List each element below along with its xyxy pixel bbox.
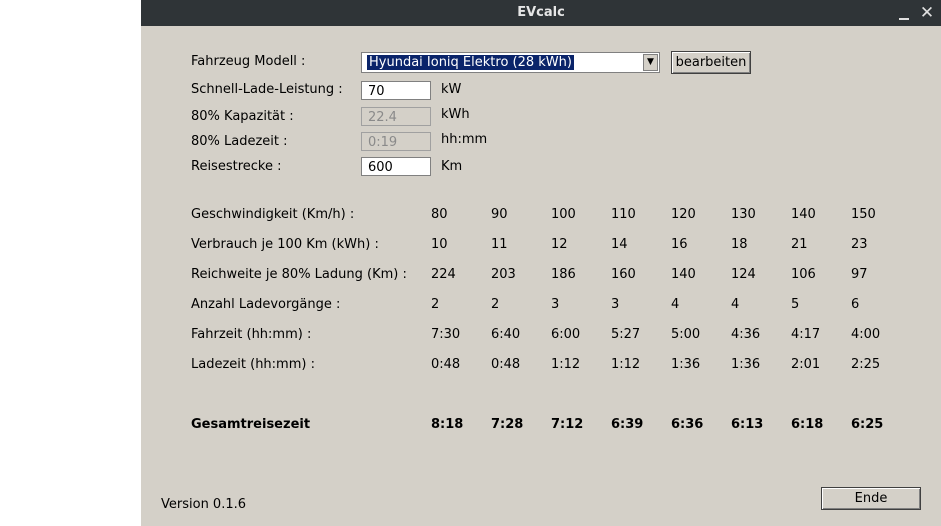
minimize-button[interactable] (894, 2, 914, 24)
table-cell: 106 (791, 267, 816, 282)
table-row-label: Anzahl Ladevorgänge : (191, 297, 341, 312)
close-icon: ✕ (919, 3, 935, 23)
chevron-down-icon[interactable]: ▼ (643, 54, 658, 71)
capacity-label: 80% Kapazität : (191, 109, 294, 124)
total-cell: 8:18 (431, 417, 464, 432)
table-cell: 90 (491, 207, 508, 222)
table-cell: 3 (611, 297, 620, 312)
minimize-icon (899, 18, 909, 20)
table-cell: 150 (851, 207, 876, 222)
table-cell: 2:25 (851, 357, 881, 372)
table-cell: 6 (851, 297, 860, 312)
total-cell: 6:25 (851, 417, 884, 432)
table-cell: 6:00 (551, 327, 581, 342)
table-cell: 11 (491, 237, 508, 252)
table-cell: 7:30 (431, 327, 461, 342)
table-cell: 21 (791, 237, 808, 252)
capacity-unit: kWh (441, 107, 470, 122)
charge-power-unit: kW (441, 82, 462, 97)
table-cell: 1:36 (731, 357, 761, 372)
table-cell: 2 (491, 297, 500, 312)
table-cell: 1:12 (611, 357, 641, 372)
table-cell: 120 (671, 207, 696, 222)
table-row-label: Fahrzeit (hh:mm) : (191, 327, 312, 342)
distance-label: Reisestrecke : (191, 159, 282, 174)
table-cell: 14 (611, 237, 628, 252)
title-bar[interactable]: EVcalc ✕ (141, 0, 941, 26)
table-cell: 80 (431, 207, 448, 222)
total-label: Gesamtreisezeit (191, 417, 311, 432)
table-cell: 5:00 (671, 327, 701, 342)
total-cell: 7:12 (551, 417, 584, 432)
total-cell: 6:36 (671, 417, 704, 432)
model-select[interactable]: Hyundai Ioniq Elektro (28 kWh) ▼ (361, 52, 660, 73)
table-cell: 23 (851, 237, 868, 252)
version-label: Version 0.1.6 (161, 497, 247, 512)
distance-unit: Km (441, 159, 463, 174)
table-cell: 2 (431, 297, 440, 312)
table-cell: 5:27 (611, 327, 641, 342)
table-cell: 203 (491, 267, 516, 282)
table-cell: 1:36 (671, 357, 701, 372)
table-row-label: Geschwindigkeit (Km/h) : (191, 207, 355, 222)
app-window: EVcalc ✕ Fahrzeug Modell : Hyundai Ioniq… (141, 0, 941, 526)
table-cell: 5 (791, 297, 800, 312)
distance-input[interactable]: 600 (361, 157, 431, 176)
window-title: EVcalc (517, 5, 565, 20)
table-row-label: Verbrauch je 100 Km (kWh) : (191, 237, 379, 252)
table-cell: 18 (731, 237, 748, 252)
table-cell: 224 (431, 267, 456, 282)
table-cell: 160 (611, 267, 636, 282)
total-cell: 6:39 (611, 417, 644, 432)
close-button[interactable]: ✕ (916, 2, 938, 24)
table-cell: 97 (851, 267, 868, 282)
table-cell: 4:17 (791, 327, 821, 342)
charge-time-unit: hh:mm (441, 132, 488, 147)
table-cell: 140 (791, 207, 816, 222)
table-cell: 110 (611, 207, 636, 222)
table-cell: 140 (671, 267, 696, 282)
table-cell: 6:40 (491, 327, 521, 342)
total-cell: 7:28 (491, 417, 524, 432)
table-cell: 4 (731, 297, 740, 312)
total-cell: 6:18 (791, 417, 824, 432)
end-button[interactable]: Ende (821, 487, 921, 510)
table-cell: 16 (671, 237, 688, 252)
table-row-label: Ladezeit (hh:mm) : (191, 357, 315, 372)
table-cell: 10 (431, 237, 448, 252)
edit-button[interactable]: bearbeiten (671, 51, 751, 74)
charge-time-label: 80% Ladezeit : (191, 134, 288, 149)
table-cell: 4:00 (851, 327, 881, 342)
table-cell: 4:36 (731, 327, 761, 342)
table-cell: 1:12 (551, 357, 581, 372)
table-row-label: Reichweite je 80% Ladung (Km) : (191, 267, 407, 282)
table-cell: 124 (731, 267, 756, 282)
table-cell: 2:01 (791, 357, 821, 372)
table-cell: 100 (551, 207, 576, 222)
table-cell: 0:48 (431, 357, 461, 372)
capacity-field: 22.4 (361, 107, 431, 126)
charge-power-label: Schnell-Lade-Leistung : (191, 82, 343, 97)
charge-power-input[interactable]: 70 (361, 81, 431, 100)
table-cell: 3 (551, 297, 560, 312)
table-cell: 4 (671, 297, 680, 312)
model-label: Fahrzeug Modell : (191, 54, 306, 69)
table-cell: 0:48 (491, 357, 521, 372)
table-cell: 186 (551, 267, 576, 282)
total-cell: 6:13 (731, 417, 764, 432)
table-cell: 12 (551, 237, 568, 252)
model-select-value: Hyundai Ioniq Elektro (28 kWh) (367, 55, 574, 70)
table-cell: 130 (731, 207, 756, 222)
charge-time-field: 0:19 (361, 132, 431, 151)
